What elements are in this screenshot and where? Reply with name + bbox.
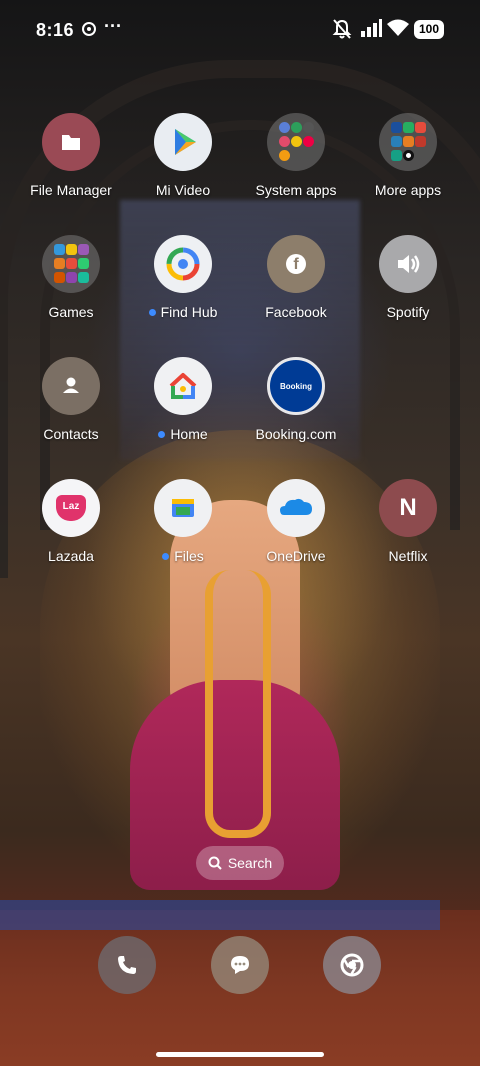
search-icon [208, 856, 222, 870]
message-icon [231, 956, 249, 974]
app-label: Netflix [388, 548, 428, 564]
app-contacts[interactable]: Contacts [16, 357, 126, 442]
app-file-manager[interactable]: File Manager [16, 113, 126, 198]
app-label: Mi Video [155, 182, 211, 198]
booking-logo-text: Booking [280, 381, 312, 391]
battery-indicator: 100 [414, 20, 444, 39]
app-label: OneDrive [266, 548, 326, 564]
folder-grid-icon [379, 113, 437, 171]
speaker-icon [379, 235, 437, 293]
app-spotify[interactable]: Spotify [353, 235, 463, 320]
dock-phone-button[interactable] [98, 936, 156, 994]
person-icon [42, 357, 100, 415]
netflix-icon: N [379, 479, 437, 537]
app-files[interactable]: Files [128, 479, 238, 564]
app-netflix[interactable]: N Netflix [353, 479, 463, 564]
gesture-home-bar[interactable] [156, 1052, 324, 1057]
file-manager-icon [42, 113, 100, 171]
wifi-icon [387, 19, 409, 36]
new-app-dot [148, 308, 156, 316]
status-time: 8:16 [36, 20, 75, 40]
play-icon [154, 113, 212, 171]
notification-app-icon [82, 22, 96, 36]
home-search-button[interactable]: Search [196, 846, 284, 880]
app-label: File Manager [30, 182, 112, 198]
app-booking[interactable]: Booking Booking.com [241, 357, 351, 442]
folder-system-apps[interactable]: System apps [241, 113, 351, 198]
google-home-icon [154, 357, 212, 415]
folder-grid-icon [42, 235, 100, 293]
app-label: Facebook [265, 304, 327, 320]
app-label: Find Hub [160, 304, 218, 320]
wallpaper-garland [205, 570, 271, 838]
dock-chrome-button[interactable] [323, 936, 381, 994]
app-label: Games [48, 304, 94, 320]
status-bar: 8:16 ··· 100 [0, 0, 480, 60]
app-label: Contacts [43, 426, 99, 442]
app-home[interactable]: Home [128, 357, 238, 442]
phone-icon [118, 956, 136, 974]
app-label: Booking.com [255, 426, 337, 442]
wallpaper-stage [0, 900, 440, 930]
mute-icon [332, 19, 352, 39]
app-find-hub[interactable]: Find Hub [128, 235, 238, 320]
more-notifications-icon: ··· [104, 16, 122, 36]
new-app-dot [162, 552, 170, 560]
app-facebook[interactable]: f Facebook [241, 235, 351, 320]
chrome-icon [340, 953, 364, 977]
app-label: Spotify [386, 304, 430, 320]
find-hub-icon [154, 235, 212, 293]
app-label: More apps [374, 182, 442, 198]
app-label: System apps [255, 182, 337, 198]
booking-icon: Booking [267, 357, 325, 415]
cloud-icon [267, 479, 325, 537]
app-label: Files [174, 548, 204, 564]
search-label: Search [227, 855, 273, 871]
app-lazada[interactable]: Laz Lazada [16, 479, 126, 564]
folder-grid-icon [267, 113, 325, 171]
facebook-logo-text: f [286, 254, 306, 274]
app-label: Home [170, 426, 208, 442]
facebook-icon: f [267, 235, 325, 293]
netflix-logo-text: N [399, 494, 417, 521]
new-app-dot [158, 430, 166, 438]
dock-messages-button[interactable] [211, 936, 269, 994]
app-mi-video[interactable]: Mi Video [128, 113, 238, 198]
files-icon [154, 479, 212, 537]
app-onedrive[interactable]: OneDrive [241, 479, 351, 564]
lazada-icon: Laz [42, 479, 100, 537]
lazada-logo-text: Laz [56, 495, 86, 521]
signal-icon [361, 19, 382, 37]
folder-more-apps[interactable]: More apps [353, 113, 463, 198]
folder-games[interactable]: Games [16, 235, 126, 320]
app-label: Lazada [48, 548, 94, 564]
